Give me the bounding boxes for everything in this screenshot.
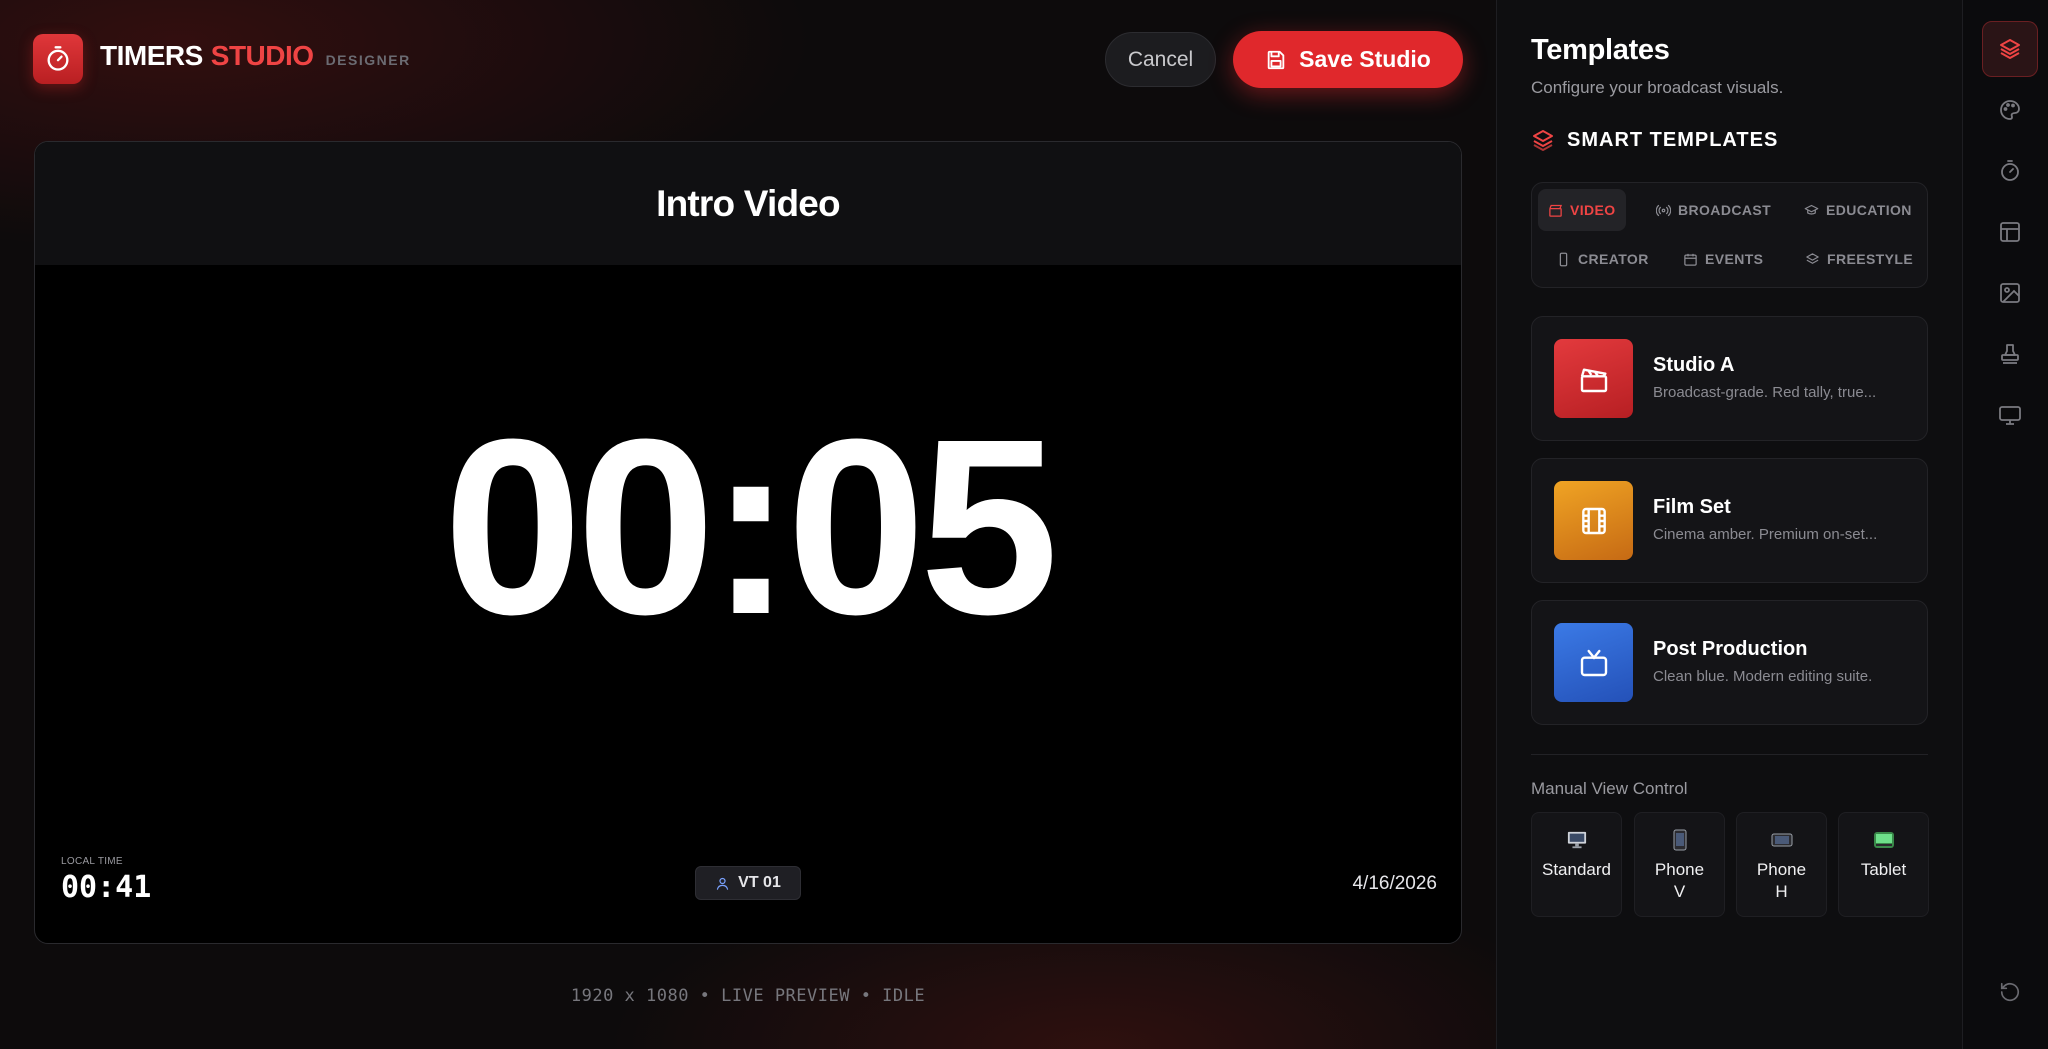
stamp-icon[interactable] <box>1982 326 2038 382</box>
save-icon <box>1265 49 1287 71</box>
tab-broadcast[interactable]: BROADCAST <box>1646 189 1781 231</box>
phone-vertical-icon <box>1673 827 1687 853</box>
category-tabs: VIDEO BROADCAST EDUCATION CREATOR EVENTS… <box>1531 182 1928 288</box>
view-standard-label: Standard <box>1542 860 1611 879</box>
cancel-button[interactable]: Cancel <box>1105 32 1216 87</box>
template-desc: Broadcast-grade. Red tally, true... <box>1653 384 1877 401</box>
template-name: Studio A <box>1653 354 1735 376</box>
tab-events[interactable]: EVENTS <box>1673 238 1773 280</box>
brand-tag: DESIGNER <box>325 52 411 68</box>
monitor-icon[interactable] <box>1982 387 2038 443</box>
workspace: TIMERS STUDIO DESIGNER Cancel Save Studi… <box>0 0 1496 1049</box>
smart-templates-title: SMART TEMPLATES <box>1567 128 1779 151</box>
tv-icon <box>1554 623 1633 702</box>
view-standard-button[interactable]: Standard <box>1531 812 1622 917</box>
live-preview-canvas[interactable]: Intro Video 00:05 LOCAL TIME 00:41 VT 01… <box>34 141 1462 944</box>
manual-view-control-label: Manual View Control <box>1531 779 1688 798</box>
view-phone-h-label: Phone H <box>1756 860 1807 901</box>
preview-title: Intro Video <box>656 182 841 224</box>
graduation-cap-icon <box>1804 203 1819 218</box>
save-studio-label: Save Studio <box>1299 46 1431 72</box>
divider <box>1531 754 1928 755</box>
view-phone-v-label: Phone V <box>1654 860 1705 901</box>
panel-subtitle: Configure your broadcast visuals. <box>1531 78 1784 97</box>
image-icon[interactable] <box>1982 265 2038 321</box>
reset-icon[interactable] <box>1982 964 2038 1020</box>
tab-freestyle[interactable]: FREESTYLE <box>1795 238 1923 280</box>
palette-icon[interactable] <box>1982 82 2038 138</box>
tab-events-label: EVENTS <box>1705 251 1764 267</box>
brand-name-accent: STUDIO <box>210 40 314 71</box>
tab-freestyle-label: FREESTYLE <box>1827 251 1914 267</box>
template-desc: Cinema amber. Premium on-set... <box>1653 526 1878 543</box>
preview-status-line: 1920 x 1080 • LIVE PREVIEW • IDLE <box>570 986 926 1006</box>
calendar-icon <box>1683 252 1698 267</box>
timer-display: 00:05 <box>443 387 1058 666</box>
local-time-value: 00:41 <box>61 870 152 905</box>
template-card-film-set[interactable]: Film Set Cinema amber. Premium on-set... <box>1531 458 1928 583</box>
speaker-badge-label: VT 01 <box>738 874 781 891</box>
user-icon <box>715 876 730 891</box>
brand: TIMERS STUDIO DESIGNER <box>100 40 411 72</box>
tab-video-label: VIDEO <box>1570 202 1616 218</box>
save-studio-button[interactable]: Save Studio <box>1233 31 1463 88</box>
template-name: Film Set <box>1653 496 1731 518</box>
template-name: Post Production <box>1653 638 1808 660</box>
layers-icon <box>1805 252 1820 267</box>
view-tablet-label: Tablet <box>1860 860 1907 879</box>
view-tablet-button[interactable]: Tablet <box>1838 812 1929 917</box>
tablet-icon <box>1873 827 1895 853</box>
stopwatch-logo-icon <box>33 34 83 84</box>
layers-icon <box>1531 128 1555 152</box>
clapper-icon <box>1548 203 1563 218</box>
smartphone-icon <box>1556 252 1571 267</box>
templates-panel: Templates Configure your broadcast visua… <box>1496 0 1962 1049</box>
template-card-studio-a[interactable]: Studio A Broadcast-grade. Red tally, tru… <box>1531 316 1928 441</box>
preview-header: Intro Video <box>35 142 1461 265</box>
local-time-label: LOCAL TIME <box>61 856 123 867</box>
tab-education[interactable]: EDUCATION <box>1794 189 1922 231</box>
tab-education-label: EDUCATION <box>1826 202 1912 218</box>
tool-rail <box>1962 0 2048 1049</box>
timer-icon[interactable] <box>1982 143 2038 199</box>
speaker-badge: VT 01 <box>695 866 801 900</box>
view-phone-h-button[interactable]: Phone H <box>1736 812 1827 917</box>
layers-icon[interactable] <box>1982 21 2038 77</box>
view-phone-v-button[interactable]: Phone V <box>1634 812 1725 917</box>
film-icon <box>1554 481 1633 560</box>
broadcast-icon <box>1656 203 1671 218</box>
preview-date: 4/16/2026 <box>1352 873 1437 894</box>
desktop-icon <box>1566 827 1588 853</box>
tab-video[interactable]: VIDEO <box>1538 189 1626 231</box>
brand-name-primary: TIMERS <box>100 40 203 71</box>
panel-title: Templates <box>1531 34 1670 66</box>
layout-icon[interactable] <box>1982 204 2038 260</box>
phone-horizontal-icon <box>1771 827 1793 853</box>
template-card-post-production[interactable]: Post Production Clean blue. Modern editi… <box>1531 600 1928 725</box>
tab-creator-label: CREATOR <box>1578 251 1649 267</box>
clapper-icon <box>1554 339 1633 418</box>
tab-broadcast-label: BROADCAST <box>1678 202 1772 218</box>
template-desc: Clean blue. Modern editing suite. <box>1653 668 1873 685</box>
smart-templates-heading: SMART TEMPLATES <box>1531 128 1778 152</box>
tab-creator[interactable]: CREATOR <box>1546 238 1659 280</box>
